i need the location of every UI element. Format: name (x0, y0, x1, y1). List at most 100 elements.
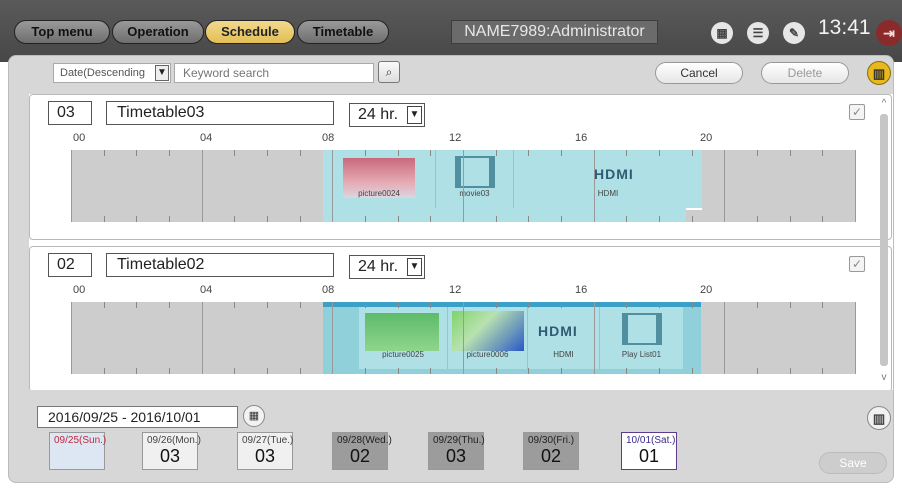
trash-icon[interactable]: ▥ (867, 61, 891, 85)
tick (594, 150, 595, 222)
tick (790, 302, 791, 308)
day-cell[interactable]: 09/28(Wed.) 02 (332, 432, 392, 470)
delete-button[interactable]: Delete (761, 62, 849, 84)
tick (430, 216, 431, 222)
film-icon (455, 156, 495, 188)
timeline-bar[interactable]: picture0024 movie03 HDMI HDMI (71, 150, 856, 222)
tick (659, 150, 660, 156)
timeline-segment[interactable]: Play List01 (599, 307, 683, 369)
list-icon[interactable]: ☰ (747, 22, 769, 44)
tick (790, 150, 791, 156)
tick (528, 302, 529, 308)
tick (267, 150, 268, 156)
scroll-thumb[interactable] (880, 114, 888, 366)
timetable-number[interactable]: 02 (48, 253, 92, 277)
wrench-icon[interactable]: ✎ (783, 22, 805, 44)
chevron-down-icon: ▼ (407, 258, 422, 276)
clock: 13:41 (818, 16, 871, 39)
tick (234, 150, 235, 156)
day-label: 09/30(Fri.) (528, 435, 575, 446)
tick (365, 368, 366, 374)
hour-label: 12 (449, 132, 462, 144)
select-checkbox[interactable]: ✓ (849, 256, 865, 272)
day-value: 02 (349, 446, 371, 466)
nav-top-menu[interactable]: Top menu (14, 20, 110, 44)
timetable-name[interactable]: Timetable02 (106, 253, 334, 277)
tick (234, 302, 235, 308)
tick (528, 150, 529, 156)
tick (136, 216, 137, 222)
day-cell[interactable]: 09/26(Mon.) 03 (142, 432, 201, 470)
timeline-bar[interactable]: picture0025 picture0006 HDMI HDMI Play L… (71, 302, 856, 374)
calendar-icon[interactable]: ▦ (243, 405, 265, 427)
hour-label: 20 (700, 284, 713, 296)
hdmi-icon: HDMI (538, 323, 578, 339)
day-cell[interactable]: 10/01(Sat.) 01 (621, 432, 677, 470)
keyword-search-input[interactable] (174, 63, 374, 83)
timetable-card[interactable]: 03 Timetable03 24 hr. ▼ ✓ 00 04 08 12 16… (29, 94, 892, 240)
segment-label: picture0024 (358, 189, 400, 198)
day-cell[interactable]: 09/29(Thu.) 03 (428, 432, 485, 470)
tick (104, 368, 105, 374)
scrollbar[interactable]: ^ v (879, 98, 889, 388)
timeline-segment[interactable]: picture0025 (359, 307, 447, 369)
segment-label: movie03 (459, 189, 490, 198)
hours-select[interactable]: 24 hr. ▼ (349, 103, 425, 127)
day-cell[interactable]: 09/27(Tue.) 03 (237, 432, 293, 470)
tick (398, 368, 399, 374)
select-checkbox[interactable]: ✓ (849, 104, 865, 120)
chevron-down-icon[interactable]: v (879, 372, 889, 386)
tick (430, 302, 431, 308)
nav-schedule[interactable]: Schedule (205, 20, 295, 44)
tick (757, 368, 758, 374)
day-value: 01 (638, 446, 660, 466)
day-cell[interactable]: 09/30(Fri.) 02 (523, 432, 579, 470)
hours-select-value: 24 hr. (358, 106, 399, 123)
timetable-card[interactable]: 02 Timetable02 24 hr. ▼ ✓ 00 04 08 12 16… (29, 246, 892, 390)
tick (267, 216, 268, 222)
nav-operation[interactable]: Operation (112, 20, 204, 44)
tick (104, 302, 105, 308)
tick (463, 302, 464, 374)
timetable-number[interactable]: 03 (48, 101, 92, 125)
tick (626, 302, 627, 308)
segment-label: picture0006 (466, 350, 509, 359)
day-label: 09/29(Thu.) (433, 435, 485, 446)
nav-timetable[interactable]: Timetable (297, 20, 389, 44)
day-value: 03 (159, 446, 181, 466)
timeline-segment[interactable]: movie03 (435, 150, 513, 208)
tick (496, 150, 497, 156)
save-button[interactable]: Save (819, 452, 887, 474)
timeline-segment[interactable]: picture0024 (323, 150, 435, 208)
timeline-segment[interactable]: HDMI HDMI (513, 150, 702, 208)
trash-icon[interactable]: ▥ (867, 406, 891, 430)
logout-icon[interactable]: ⇥ (876, 20, 902, 46)
tick (169, 216, 170, 222)
timeline-segment[interactable]: HDMI HDMI (527, 307, 599, 369)
sort-select[interactable]: Date(Descending ▼ (53, 63, 171, 83)
hdmi-icon: HDMI (594, 166, 634, 182)
cancel-button[interactable]: Cancel (655, 62, 743, 84)
timetable-name[interactable]: Timetable03 (106, 101, 334, 125)
chevron-up-icon[interactable]: ^ (879, 98, 889, 112)
tick (365, 302, 366, 308)
tick (104, 150, 105, 156)
week-range[interactable]: 2016/09/25 - 2016/10/01 (37, 406, 238, 428)
hour-label: 04 (200, 132, 213, 144)
tick (692, 368, 693, 374)
tick (561, 302, 562, 308)
tick (692, 150, 693, 156)
tick (300, 216, 301, 222)
hours-select[interactable]: 24 hr. ▼ (349, 255, 425, 279)
tick (398, 216, 399, 222)
tick (561, 216, 562, 222)
tick (496, 368, 497, 374)
search-icon[interactable]: ⌕ (378, 61, 400, 83)
day-label: 09/26(Mon.) (147, 435, 201, 446)
timeline-segment[interactable]: picture0006 (447, 307, 527, 369)
calendar-icon[interactable]: ▦ (711, 22, 733, 44)
segment-label: Play List01 (621, 350, 662, 359)
day-cell[interactable]: 09/25(Sun.) (49, 432, 106, 470)
picture-thumbnail (365, 313, 439, 351)
tick (332, 150, 333, 222)
